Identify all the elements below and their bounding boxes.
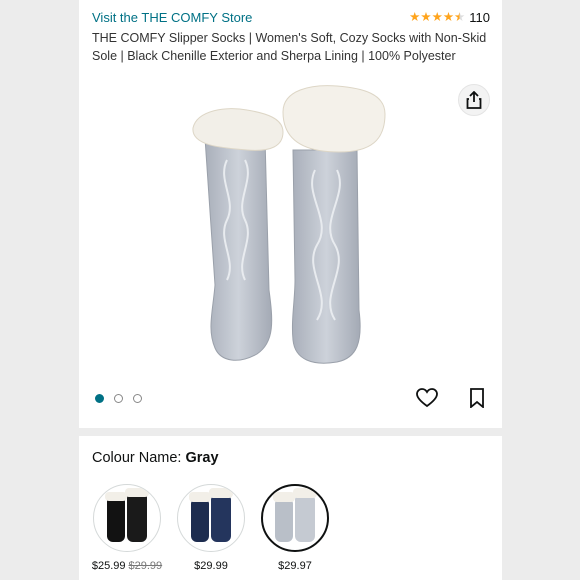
- save-button[interactable]: [466, 387, 488, 409]
- pager-dot-1[interactable]: [95, 393, 104, 403]
- swatch-image[interactable]: [93, 484, 161, 552]
- rating-count[interactable]: 110: [469, 10, 490, 25]
- colour-label-text: Colour Name:: [92, 450, 182, 466]
- swatch-gray[interactable]: $29.97: [260, 484, 330, 572]
- image-pager: [95, 393, 142, 403]
- bookmark-icon: [470, 388, 484, 408]
- star-rating: ★ ★ ★ ★ ★: [409, 11, 465, 24]
- price-current: $29.97: [278, 560, 312, 572]
- heart-icon: [416, 388, 438, 408]
- swatch-price: $25.99 $29.99: [92, 560, 162, 572]
- share-icon: [466, 91, 482, 109]
- pager-dot-2[interactable]: [114, 393, 123, 403]
- swatch-black[interactable]: $25.99 $29.99: [92, 484, 162, 572]
- pager-dot-3[interactable]: [133, 393, 142, 403]
- product-screen: Visit the THE COMFY Store ★ ★ ★ ★ ★ 110 …: [79, 0, 502, 580]
- share-button[interactable]: [458, 84, 490, 116]
- swatch-price: $29.97: [278, 560, 312, 572]
- colour-selector: Colour Name: Gray $25.99 $29.99 $29.99 $…: [79, 436, 502, 572]
- half-star-icon: ★: [454, 9, 466, 24]
- gallery-actions: [416, 387, 488, 409]
- swatch-image[interactable]: [177, 484, 245, 552]
- price-old: $29.99: [128, 560, 163, 572]
- star-icon: ★: [442, 9, 455, 24]
- product-gallery[interactable]: [79, 80, 502, 368]
- store-link[interactable]: Visit the THE COMFY Store: [92, 10, 252, 25]
- sock-thumbnail: [273, 488, 317, 542]
- product-title: THE COMFY Slipper Socks | Women's Soft, …: [92, 31, 487, 63]
- swatch-navy[interactable]: $29.99: [176, 484, 246, 572]
- colour-label: Colour Name: Gray: [92, 450, 489, 466]
- star-icon: ★: [420, 9, 432, 24]
- colour-selected-value: Gray: [185, 450, 219, 466]
- swatch-image[interactable]: [261, 484, 329, 552]
- product-image[interactable]: [187, 80, 397, 368]
- wishlist-button[interactable]: [416, 387, 438, 409]
- swatch-price: $29.99: [194, 560, 228, 572]
- sock-thumbnail: [189, 488, 233, 542]
- star-icon: ★: [431, 9, 443, 24]
- star-icon: ★: [409, 9, 421, 24]
- price-current: $29.99: [194, 560, 228, 572]
- colour-swatches: $25.99 $29.99 $29.99 $29.97: [92, 484, 489, 572]
- product-header: Visit the THE COMFY Store ★ ★ ★ ★ ★ 110 …: [79, 0, 502, 80]
- sock-thumbnail: [105, 488, 149, 542]
- gallery-controls: [79, 368, 502, 428]
- store-row: Visit the THE COMFY Store ★ ★ ★ ★ ★ 110: [92, 8, 490, 26]
- rating[interactable]: ★ ★ ★ ★ ★ 110: [409, 10, 490, 25]
- section-divider: [79, 428, 502, 436]
- price-current: $25.99: [91, 560, 126, 572]
